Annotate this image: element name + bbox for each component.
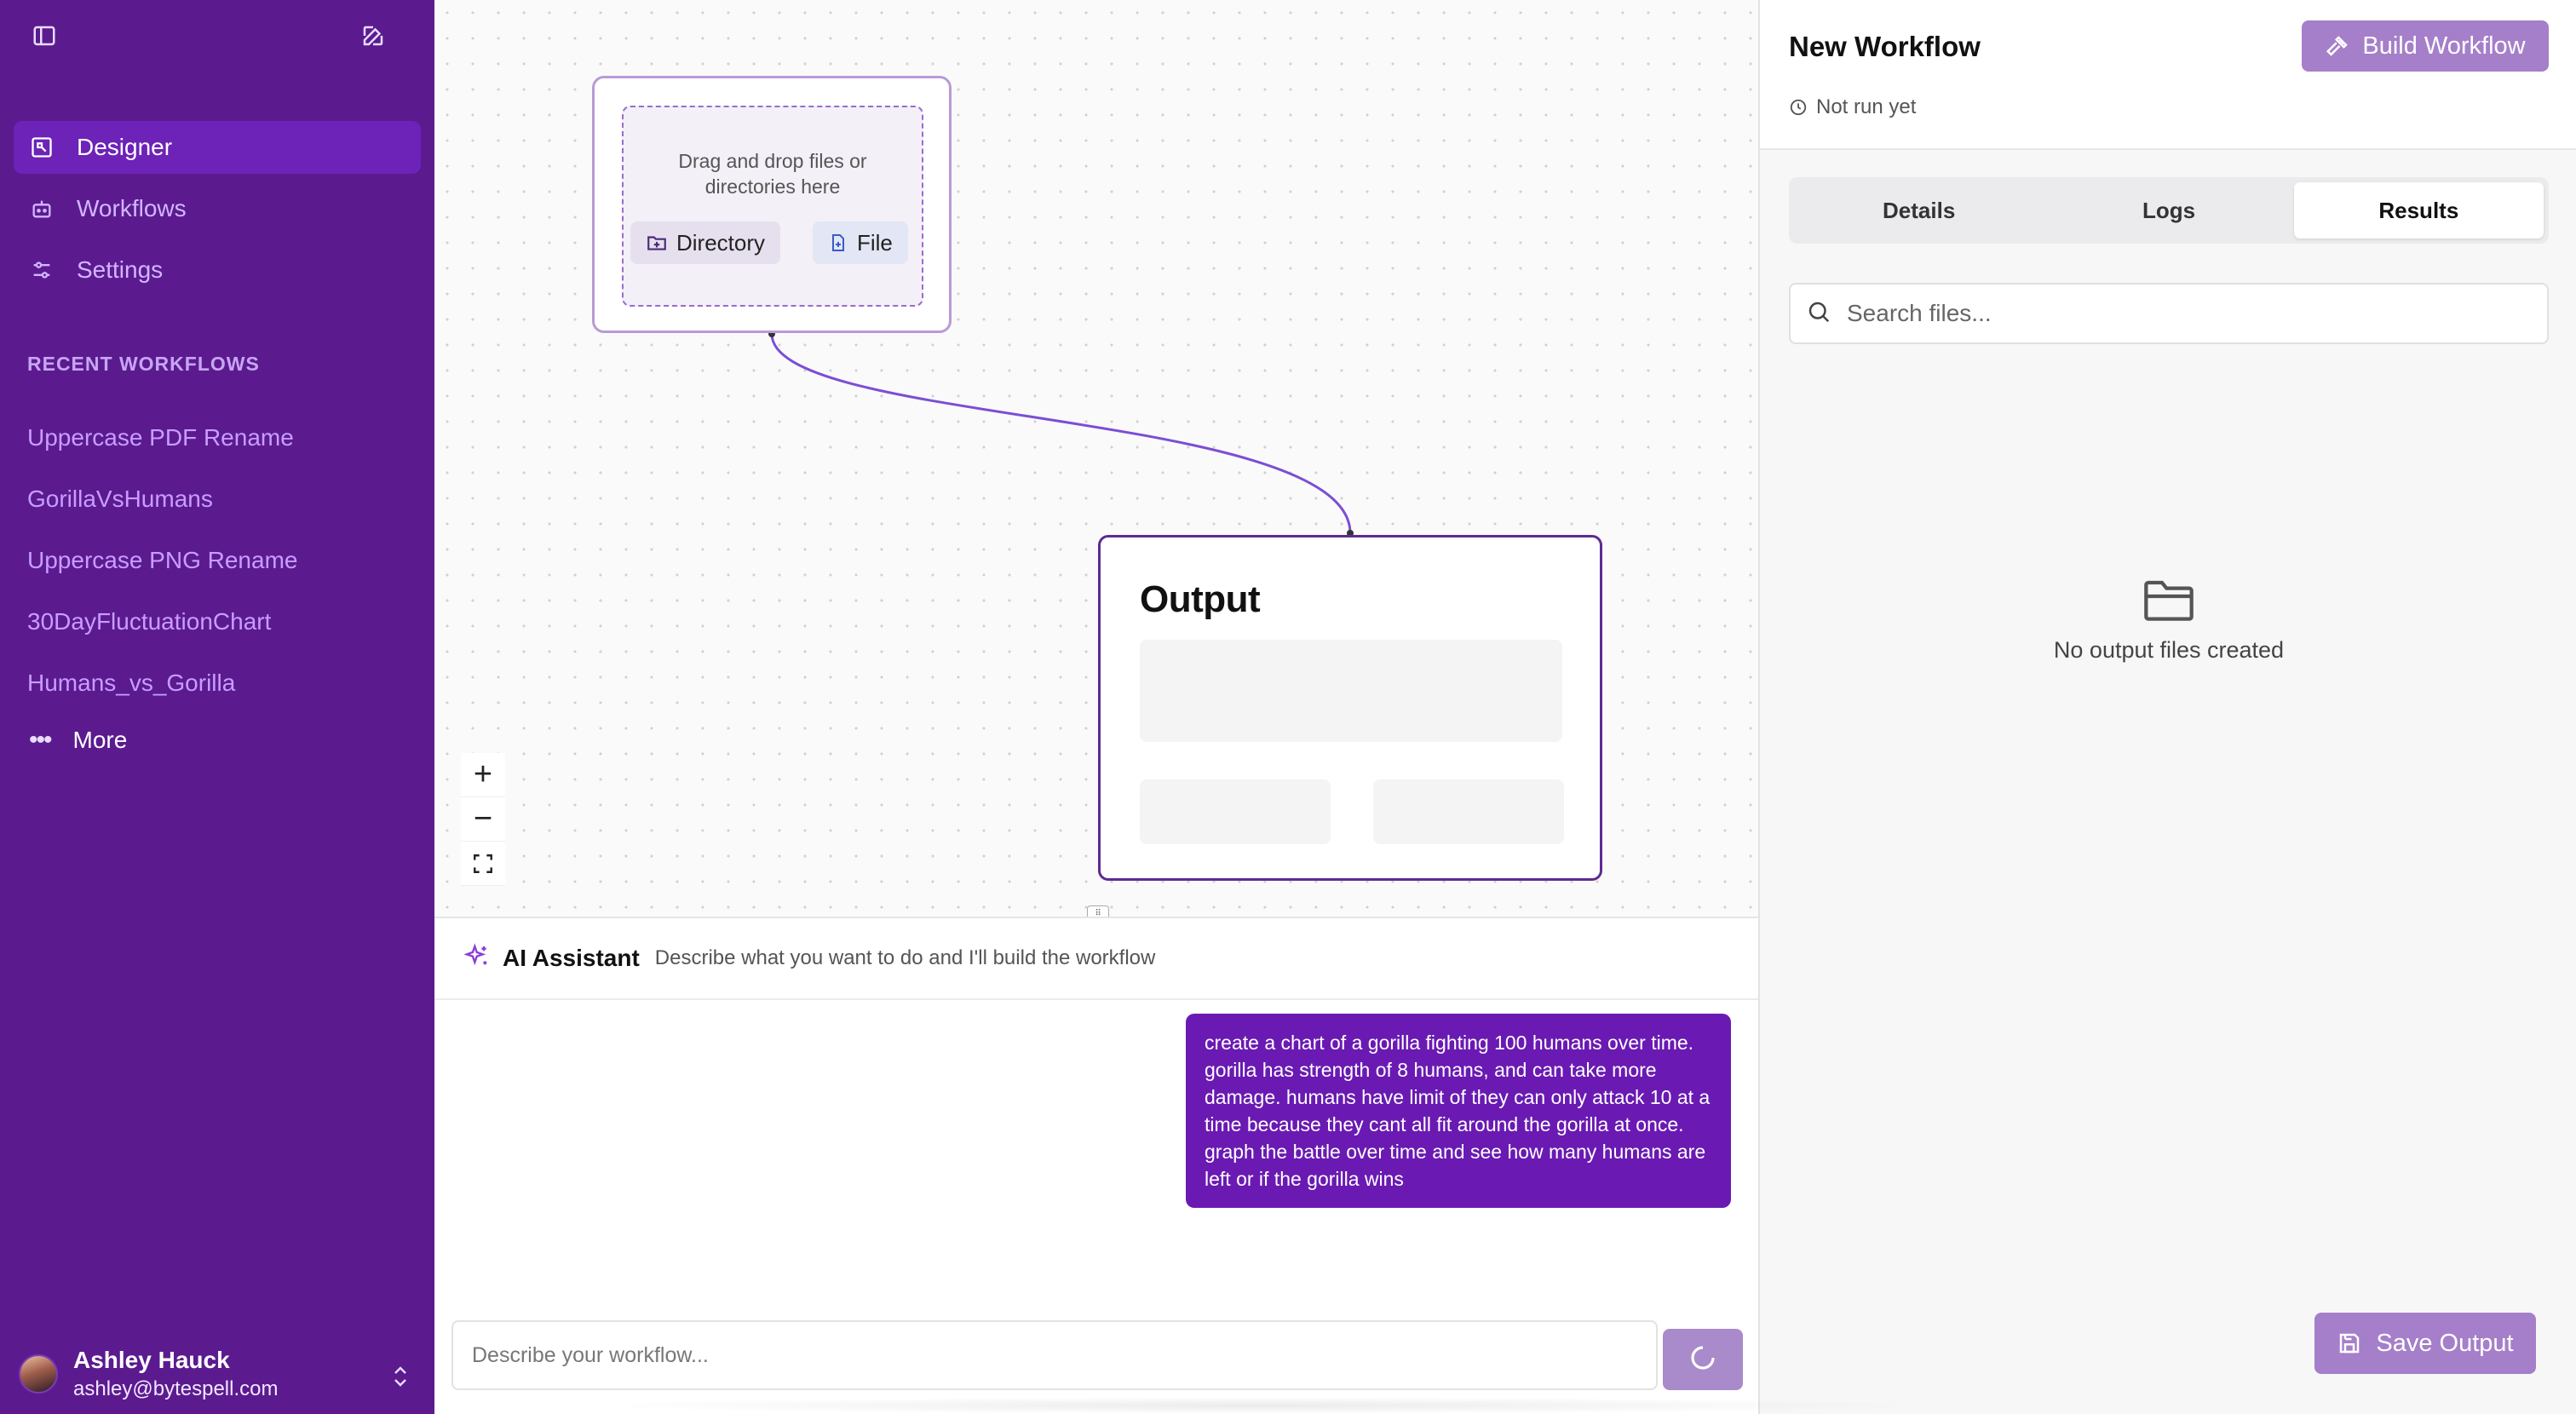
file-search — [1789, 283, 2549, 344]
file-plus-icon — [828, 232, 848, 254]
ai-assistant-description: Describe what you want to do and I'll bu… — [654, 946, 1156, 969]
build-workflow-label: Build Workflow — [2362, 32, 2526, 60]
save-output-button[interactable]: Save Output — [2314, 1313, 2536, 1374]
empty-results: No output files created — [1760, 576, 2576, 664]
ai-assistant-header: AI Assistant Describe what you want to d… — [434, 918, 1758, 1000]
bottom-shadow — [579, 1397, 1942, 1414]
workflow-prompt-input[interactable] — [451, 1320, 1658, 1390]
drop-instructions: Drag and drop files or directories here — [678, 150, 867, 198]
user-email: ashley@bytespell.com — [73, 1377, 279, 1400]
main-nav: Designer Workflows Settings — [14, 121, 421, 305]
search-icon — [1806, 299, 1831, 329]
recent-workflow-item[interactable]: GorillaVsHumans — [14, 468, 421, 530]
nav-item-label: Designer — [77, 134, 173, 160]
directory-label: Directory — [676, 229, 766, 256]
user-account-menu[interactable]: Ashley Hauck ashley@bytespell.com — [0, 1334, 434, 1414]
output-placeholder-block — [1140, 640, 1562, 742]
recent-workflow-item[interactable]: Uppercase PNG Rename — [14, 530, 421, 591]
build-workflow-button[interactable]: Build Workflow — [2302, 20, 2549, 72]
tab-results[interactable]: Results — [2293, 182, 2544, 239]
save-output-label: Save Output — [2376, 1329, 2514, 1357]
add-file-button[interactable]: File — [813, 221, 908, 264]
recent-workflows-list: Uppercase PDF Rename GorillaVsHumans Upp… — [14, 407, 421, 767]
output-placeholder-block — [1373, 779, 1564, 844]
toggle-sidebar-icon[interactable] — [27, 19, 61, 53]
nav-item-label: Workflows — [77, 195, 187, 221]
new-workflow-edit-icon[interactable] — [356, 19, 390, 53]
input-node[interactable]: Drag and drop files or directories here … — [592, 76, 952, 333]
sidebar-top-bar — [0, 0, 434, 72]
ai-assistant-title: AI Assistant — [503, 945, 640, 971]
loading-spinner-icon — [1689, 1344, 1716, 1376]
more-label: More — [72, 727, 128, 753]
recent-workflow-item[interactable]: Uppercase PDF Rename — [14, 407, 421, 468]
folder-icon — [1760, 576, 2576, 624]
run-status-text: Not run yet — [1816, 95, 1917, 118]
folder-plus-icon — [646, 232, 668, 254]
user-info: Ashley Hauck ashley@bytespell.com — [73, 1347, 278, 1401]
recent-workflows-header: RECENT WORKFLOWS — [27, 353, 260, 375]
output-node-title: Output — [1140, 578, 1261, 620]
empty-results-text: No output files created — [2053, 637, 2285, 663]
panel-tabs: Details Logs Results — [1789, 177, 2549, 244]
hammer-icon — [2325, 33, 2350, 59]
workflow-title: New Workflow — [1789, 31, 1981, 62]
search-files-input[interactable] — [1847, 300, 2511, 327]
more-workflows-button[interactable]: ••• More — [14, 714, 421, 767]
file-drop-zone[interactable]: Drag and drop files or directories here … — [622, 106, 923, 307]
user-name: Ashley Hauck — [73, 1347, 230, 1373]
run-status: Not run yet — [1789, 95, 1916, 119]
nav-item-settings[interactable]: Settings — [14, 244, 421, 296]
avatar — [19, 1354, 58, 1394]
tab-logs[interactable]: Logs — [2044, 182, 2293, 239]
zoom-controls: + − — [461, 753, 505, 886]
sliders-icon — [29, 257, 55, 283]
add-directory-button[interactable]: Directory — [630, 221, 781, 264]
workflow-header: New Workflow Not run yet Build Workflow — [1760, 0, 2576, 150]
sidebar: Designer Workflows Settings RECENT WORKF… — [0, 0, 434, 1414]
sparkles-icon — [463, 942, 491, 974]
chevron-up-down-icon — [390, 1365, 411, 1388]
ai-assistant-panel: AI Assistant Describe what you want to d… — [434, 917, 1758, 1414]
save-icon — [2337, 1331, 2362, 1356]
clock-icon — [1789, 98, 1808, 117]
send-button[interactable] — [1663, 1329, 1743, 1390]
output-placeholder-block — [1140, 779, 1331, 844]
recent-workflow-item[interactable]: 30DayFluctuationChart — [14, 591, 421, 652]
zoom-out-button[interactable]: − — [461, 797, 505, 842]
nav-item-designer[interactable]: Designer — [14, 121, 421, 174]
workflow-details-panel: New Workflow Not run yet Build Workflow … — [1758, 0, 2576, 1414]
tab-details[interactable]: Details — [1794, 182, 2044, 239]
designer-icon — [29, 135, 55, 160]
nav-item-workflows[interactable]: Workflows — [14, 182, 421, 235]
bot-icon — [29, 196, 55, 221]
user-message-bubble: create a chart of a gorilla fighting 100… — [1186, 1014, 1731, 1208]
zoom-in-button[interactable]: + — [461, 753, 505, 797]
more-dots-icon: ••• — [29, 726, 52, 754]
recent-workflow-item[interactable]: Humans_vs_Gorilla — [14, 652, 421, 714]
nav-item-label: Settings — [77, 256, 164, 283]
fit-view-icon[interactable] — [461, 842, 505, 886]
workflow-canvas[interactable]: Drag and drop files or directories here … — [434, 0, 1758, 917]
output-node[interactable]: Output — [1098, 535, 1602, 881]
file-label: File — [857, 229, 893, 256]
